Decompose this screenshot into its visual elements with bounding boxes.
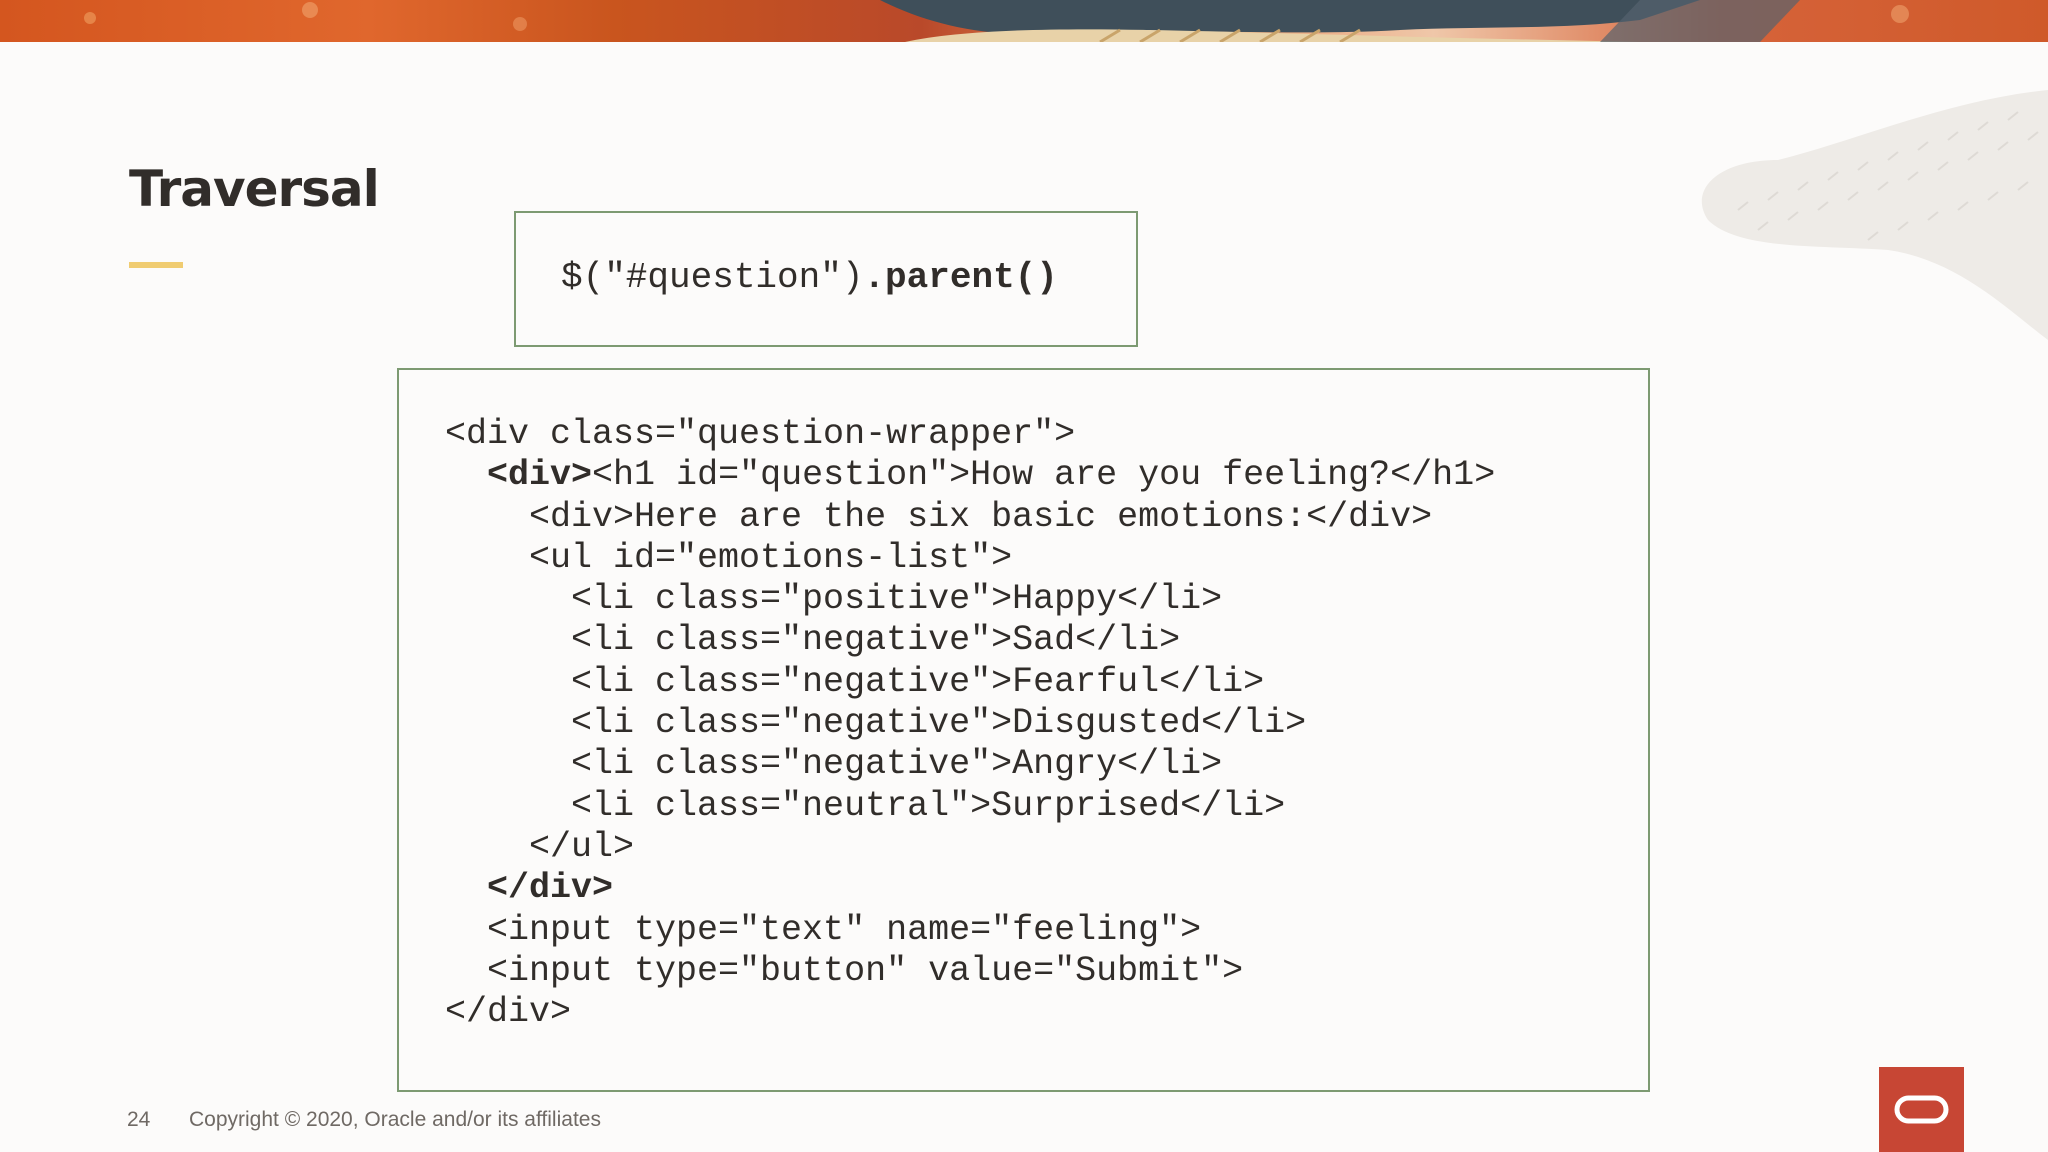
- code-line: <li class="negative">Disgusted</li>: [445, 703, 1495, 744]
- code-text: </ul>: [445, 826, 635, 867]
- snippet-method: .parent(): [863, 257, 1058, 298]
- code-line: <li class="negative">Angry</li>: [445, 744, 1495, 785]
- code-highlight: <div>: [487, 455, 593, 496]
- code-line: <li class="neutral">Surprised</li>: [445, 786, 1495, 827]
- code-text: <h1 id="question">How are you feeling?</…: [592, 455, 1496, 496]
- code-line: </div>: [445, 992, 1495, 1033]
- html-code-box: <div class="question-wrapper"> <div><h1 …: [397, 368, 1650, 1092]
- html-code-block: <div class="question-wrapper"> <div><h1 …: [445, 414, 1495, 1033]
- oracle-logo-icon: [1879, 1067, 1964, 1152]
- code-line: <input type="text" name="feeling">: [445, 910, 1495, 951]
- code-line: <ul id="emotions-list">: [445, 538, 1495, 579]
- copyright-notice: Copyright © 2020, Oracle and/or its affi…: [189, 1108, 601, 1131]
- code-text: <li class="negative">Disgusted</li>: [445, 703, 1307, 744]
- code-line: <div>Here are the six basic emotions:</d…: [445, 497, 1495, 538]
- code-highlight: </div>: [487, 868, 614, 909]
- code-text: <li class="positive">Happy</li>: [445, 579, 1223, 620]
- code-text: </div>: [445, 992, 572, 1033]
- banner-artwork: [84, 0, 1909, 42]
- background-leaf-decoration: [1701, 90, 2048, 340]
- code-text: <ul id="emotions-list">: [445, 537, 1013, 578]
- header-banner: [0, 0, 2048, 42]
- code-line: <li class="negative">Fearful</li>: [445, 662, 1495, 703]
- code-text: <li class="negative">Sad</li>: [445, 620, 1181, 661]
- jquery-snippet-box: $("#question").parent(): [514, 211, 1138, 347]
- code-text: <input type="text" name="feeling">: [445, 909, 1202, 950]
- code-text: <li class="negative">Angry</li>: [445, 744, 1223, 785]
- jquery-snippet: $("#question").parent(): [561, 257, 1058, 299]
- page-number: 24: [127, 1108, 151, 1131]
- code-text: <li class="negative">Fearful</li>: [445, 661, 1265, 702]
- snippet-selector: $("#question"): [561, 257, 864, 298]
- code-text: <li class="neutral">Surprised</li>: [445, 785, 1286, 826]
- code-text: <div>Here are the six basic emotions:</d…: [445, 496, 1433, 537]
- code-text: <input type="button" value="Submit">: [445, 950, 1244, 991]
- code-line: </div>: [445, 868, 1495, 909]
- code-line: </ul>: [445, 827, 1495, 868]
- code-line: <input type="button" value="Submit">: [445, 951, 1495, 992]
- code-line: <li class="negative">Sad</li>: [445, 620, 1495, 661]
- code-line: <div class="question-wrapper">: [445, 414, 1495, 455]
- code-line: <li class="positive">Happy</li>: [445, 579, 1495, 620]
- slide-title: Traversal: [129, 160, 380, 218]
- code-line: <div><h1 id="question">How are you feeli…: [445, 455, 1495, 496]
- code-text: <div class="question-wrapper">: [445, 414, 1076, 454]
- title-accent-bar: [129, 262, 183, 268]
